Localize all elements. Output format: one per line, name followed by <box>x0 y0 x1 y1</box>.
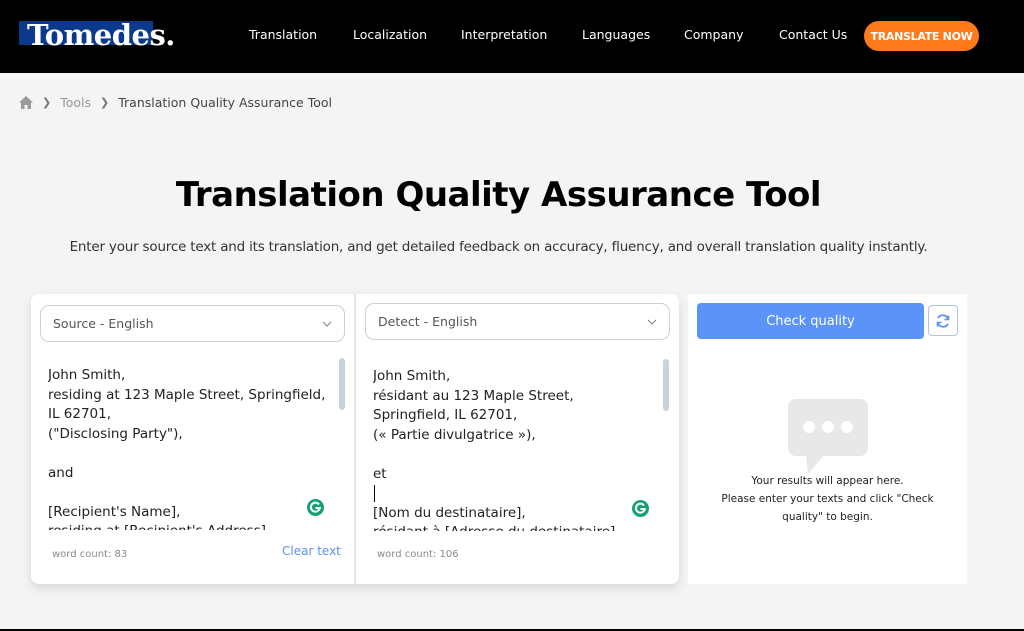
source-word-count: word count: 83 <box>52 549 128 560</box>
source-text-input[interactable]: John Smith, residing at 123 Maple Street… <box>48 366 328 530</box>
target-text-input[interactable]: John Smith, résidant au 123 Maple Street… <box>373 367 653 531</box>
target-panel: Detect - English John Smith, résidant au… <box>356 294 679 584</box>
chevron-down-icon <box>647 319 657 325</box>
logo-text: Tomedes. <box>27 18 175 52</box>
source-language-value: Source - English <box>53 316 154 331</box>
results-placeholder-line1: Your results will appear here. <box>751 475 904 487</box>
nav-interpretation[interactable]: Interpretation <box>461 27 547 42</box>
chevron-down-icon <box>322 321 332 327</box>
chevron-right-icon: ❯ <box>100 96 110 109</box>
text-panels: Source - English John Smith, residing at… <box>31 294 679 584</box>
clear-text-button[interactable]: Clear text <box>282 544 341 558</box>
results-placeholder: Your results will appear here. Please en… <box>688 472 967 526</box>
check-quality-button[interactable]: Check quality <box>697 303 924 339</box>
nav-localization[interactable]: Localization <box>353 27 427 42</box>
target-language-value: Detect - English <box>378 314 478 329</box>
refresh-button[interactable] <box>928 305 958 336</box>
nav-languages[interactable]: Languages <box>582 27 650 42</box>
page-title: Translation Quality Assurance Tool <box>175 175 822 215</box>
text-cursor <box>374 485 375 502</box>
translate-now-button[interactable]: TRANSLATE NOW <box>864 21 979 51</box>
nav-contact-us[interactable]: Contact Us <box>779 27 847 42</box>
chat-bubble-icon <box>788 399 868 474</box>
grammarly-icon[interactable] <box>305 497 326 518</box>
breadcrumb-tools[interactable]: Tools <box>60 95 91 110</box>
nav-company[interactable]: Company <box>684 27 743 42</box>
source-scrollbar[interactable] <box>339 358 345 410</box>
target-language-select[interactable]: Detect - English <box>365 303 670 340</box>
results-panel: Check quality Your results will appear h… <box>688 294 967 584</box>
home-icon[interactable] <box>19 96 33 109</box>
grammarly-icon[interactable] <box>630 498 651 519</box>
results-placeholder-line2: Please enter your texts and click "Check… <box>721 493 934 523</box>
target-scrollbar[interactable] <box>663 359 669 411</box>
nav-translation[interactable]: Translation <box>249 27 317 42</box>
source-language-select[interactable]: Source - English <box>40 305 345 342</box>
target-word-count: word count: 106 <box>377 549 459 560</box>
page-subtitle: Enter your source text and its translati… <box>69 239 928 255</box>
refresh-icon <box>936 313 950 328</box>
breadcrumb-current: Translation Quality Assurance Tool <box>118 95 332 110</box>
chevron-right-icon: ❯ <box>42 96 52 109</box>
source-panel: Source - English John Smith, residing at… <box>31 294 354 584</box>
breadcrumb: ❯ Tools ❯ Translation Quality Assurance … <box>19 95 332 110</box>
top-navigation-bar: Tomedes. Translation Localization Interp… <box>0 0 1024 73</box>
